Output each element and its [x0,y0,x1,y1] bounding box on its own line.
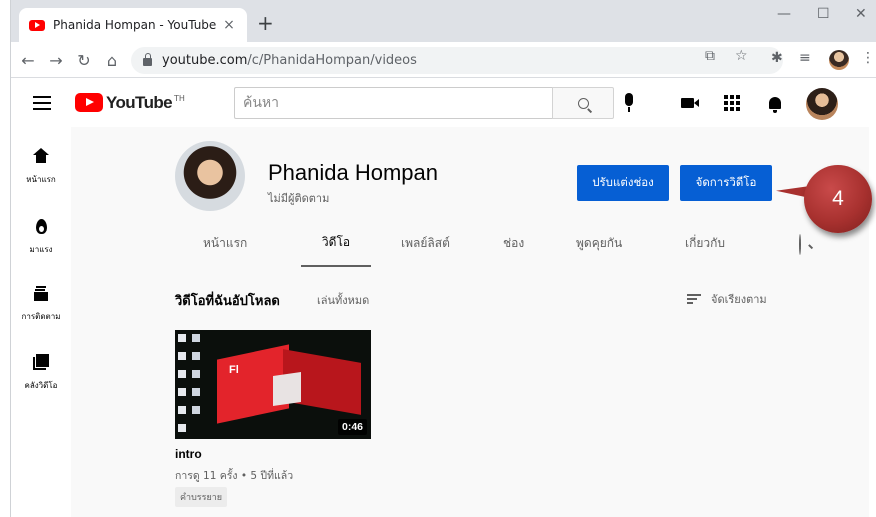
channel-avatar[interactable] [175,141,245,211]
search-button[interactable] [552,87,614,119]
desktop-icon [178,370,186,378]
section-title[interactable]: วิดีโอที่ฉันอัปโหลด [175,290,280,311]
sort-icon [687,294,701,304]
channel-name: Phanida Hompan [268,160,439,185]
captions-badge: คำบรรยาย [175,487,228,507]
youtube-logo[interactable]: YouTube TH [75,93,185,113]
home-browser-icon[interactable]: ⌂ [101,49,123,71]
sidebar-item-label: การติดตาม [21,312,61,321]
youtube-logo-text: YouTube [106,93,173,112]
tab-videos[interactable]: วิดีโอ [301,219,371,267]
extensions-puzzle-icon[interactable]: ✱ [771,50,783,66]
library-icon [33,354,49,370]
tab-playlists[interactable]: เพลย์ลิสต์ [401,219,450,267]
youtube-favicon-icon [29,19,45,31]
video-metadata: การดู 11 ครั้ง • 5 ปีที่แล้ว [175,470,294,482]
step-callout: 4 [804,165,872,233]
guide-menu-icon[interactable] [33,96,51,110]
desktop-icon [192,352,200,360]
sidebar-item-subscriptions[interactable]: การติดตาม [11,282,71,342]
desktop-icon [178,334,186,342]
play-all-link[interactable]: เล่นทั้งหมด [317,291,369,309]
video-title[interactable]: intro [175,447,202,461]
search-icon [799,234,801,255]
channel-tabs: หน้าแรก วิดีโอ เพลย์ลิสต์ ช่อง พูดคุยกัน… [71,219,876,267]
apps-grid-icon [724,95,740,111]
reload-icon[interactable]: ↻ [73,49,95,71]
sidebar-item-label: มาแรง [29,245,53,254]
manage-videos-button[interactable]: จัดการวิดีโอ [680,165,772,201]
sidebar-item-library[interactable]: คลังวิดีโอ [11,351,71,411]
browser-tab-youtube[interactable]: Phanida Hompan - YouTube × [19,8,247,42]
sidebar-item-trending[interactable]: มาแรง [11,215,71,275]
desktop-icon [192,370,200,378]
guide-sidebar: หน้าแรก มาแรง การติดตาม คลังวิดีโอ [11,127,71,517]
search-icon [577,97,589,109]
browser-window: Phanida Hompan - YouTube × + — ☐ ✕ ← → ↻… [10,0,876,517]
desktop-icon [178,424,186,432]
fire-icon [35,218,47,234]
sidebar-item-label: หน้าแรก [26,175,56,184]
window-minimize-button[interactable]: — [777,4,791,24]
install-app-icon[interactable]: ⧉ [705,48,715,64]
uploads-section: วิดีโอที่ฉันอัปโหลด เล่นทั้งหมด จัดเรียง… [71,267,876,517]
account-avatar[interactable] [806,88,838,120]
desktop-icon [178,388,186,396]
video-duration: 0:46 [337,419,367,435]
thumbnail-app-text: Fl [229,364,239,376]
search-input[interactable] [234,87,552,119]
youtube-header: YouTube TH [11,79,876,127]
channel-header: Phanida Hompan ไม่มีผู้ติดตาม ปรับแต่งช่… [71,127,876,267]
apps-button[interactable] [720,91,744,115]
url-text: youtube.com/c/PhanidaHompan/videos [162,53,417,68]
channel-search-button[interactable] [799,234,801,255]
address-bar[interactable]: youtube.com/c/PhanidaHompan/videos [131,47,783,74]
sidebar-item-home[interactable]: หน้าแรก [11,145,71,205]
tab-discussion[interactable]: พูดคุยกัน [576,219,622,267]
thumbnail-graphic [273,372,301,406]
window-maximize-button[interactable]: ☐ [817,4,830,24]
browser-toolbar: ← → ↻ ⌂ youtube.com/c/PhanidaHompan/vide… [11,42,876,78]
window-close-button[interactable]: ✕ [855,4,867,24]
browser-profile-avatar[interactable] [829,50,849,70]
desktop-icon [178,406,186,414]
tab-close-icon[interactable]: × [221,17,237,33]
desktop-icon [192,406,200,414]
notifications-button[interactable] [763,91,787,115]
forward-arrow-icon[interactable]: → [45,49,67,71]
video-camera-icon [680,98,699,108]
customize-channel-button[interactable]: ปรับแต่งช่อง [577,165,669,201]
youtube-region-code: TH [174,94,185,103]
browser-menu-icon[interactable]: ⋮ [861,50,875,66]
microphone-icon[interactable] [625,93,633,112]
video-thumbnail[interactable]: Fl 0:46 [175,330,371,439]
sidebar-item-label: คลังวิดีโอ [24,381,58,390]
sort-button[interactable]: จัดเรียงตาม [687,290,767,308]
subscriptions-icon [34,286,48,301]
desktop-icon [192,388,200,396]
lock-icon [143,53,152,66]
subscriber-count: ไม่มีผู้ติดตาม [268,192,330,205]
page-scrollbar[interactable] [869,79,876,517]
bell-icon [769,97,781,113]
youtube-play-icon [75,93,103,112]
create-video-button[interactable] [675,91,699,115]
tab-title: Phanida Hompan - YouTube [53,18,217,32]
home-icon [33,148,49,163]
tab-channels[interactable]: ช่อง [503,219,524,267]
desktop-icon [178,352,186,360]
tab-strip: Phanida Hompan - YouTube × + — ☐ ✕ [11,0,876,42]
tab-about[interactable]: เกี่ยวกับ [685,219,725,267]
new-tab-button[interactable]: + [257,13,274,33]
back-arrow-icon[interactable]: ← [17,49,39,71]
sort-label: จัดเรียงตาม [711,293,767,306]
tab-home[interactable]: หน้าแรก [203,219,247,267]
desktop-icon [192,334,200,342]
reading-list-icon[interactable]: ≡ [799,50,811,66]
bookmark-star-icon[interactable]: ☆ [735,48,748,64]
